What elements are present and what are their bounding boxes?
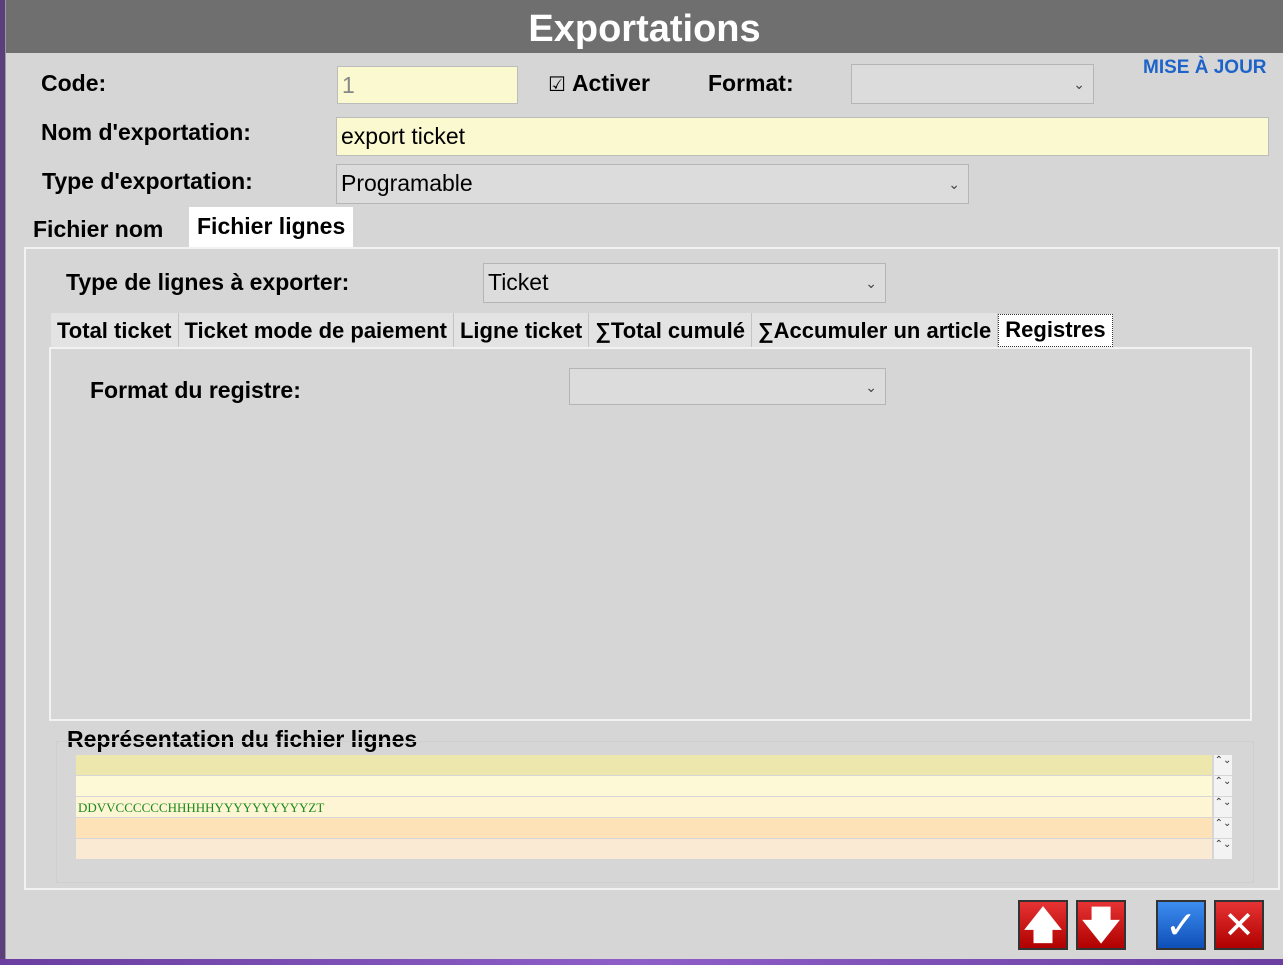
export-name-label: Nom d'exportation: (41, 119, 251, 145)
format-select[interactable]: ⌄ (851, 64, 1094, 104)
checkbox-icon[interactable]: ☑ (548, 74, 566, 96)
spinner-icon[interactable]: ⌃⌄ (1214, 839, 1232, 859)
line-type-select[interactable]: Ticket ⌄ (483, 263, 886, 303)
code-field[interactable]: 1 (337, 66, 518, 104)
close-icon: ✕ (1223, 905, 1255, 947)
activate-label: Activer (571, 70, 650, 96)
activate-checkbox[interactable]: ☑ Activer (548, 70, 650, 97)
export-type-select[interactable]: Programable ⌄ (336, 164, 969, 204)
tab-total-ticket[interactable]: Total ticket (51, 313, 179, 348)
arrow-down-icon: 🡇 (1081, 905, 1121, 947)
line-type-label: Type de lignes à exporter: (66, 269, 350, 295)
move-up-button[interactable]: 🡅 (1018, 900, 1068, 950)
chevron-down-icon: ⌄ (865, 275, 877, 291)
spinner-icon[interactable]: ⌃⌄ (1214, 776, 1232, 796)
checkmark-icon: ✓ (1165, 905, 1197, 947)
confirm-button[interactable]: ✓ (1156, 900, 1206, 950)
chevron-down-icon: ⌄ (865, 379, 877, 395)
export-name-field[interactable]: export ticket (336, 117, 1269, 156)
spinner-icon[interactable]: ⌃⌄ (1214, 797, 1232, 817)
inner-tab-bar: Total ticket Ticket mode de paiement Lig… (51, 313, 1113, 348)
format-label: Format: (708, 70, 794, 96)
export-type-label: Type d'exportation: (42, 168, 253, 194)
tab-fichier-nom[interactable]: Fichier nom (25, 210, 171, 248)
update-link[interactable]: MISE À JOUR (1143, 57, 1267, 79)
move-down-button[interactable]: 🡇 (1076, 900, 1126, 950)
tab-accumuler-article[interactable]: ∑Accumuler un article (751, 313, 999, 348)
chevron-down-icon: ⌄ (948, 176, 960, 192)
window-edge-line (5, 0, 6, 965)
spinner-icon[interactable]: ⌃⌄ (1214, 818, 1232, 838)
tab-fichier-lignes[interactable]: Fichier lignes (189, 207, 354, 247)
tab-ticket-mode-paiement[interactable]: Ticket mode de paiement (178, 313, 454, 348)
spinner-icon[interactable]: ⌃⌄ (1214, 755, 1232, 775)
representation-row[interactable] (76, 776, 1212, 796)
register-format-select[interactable]: ⌄ (569, 368, 886, 405)
chevron-down-icon: ⌄ (1073, 76, 1085, 92)
tab-ligne-ticket[interactable]: Ligne ticket (453, 313, 590, 348)
representation-row[interactable] (76, 839, 1212, 859)
code-label: Code: (41, 70, 107, 96)
window-title: Exportations (6, 0, 1283, 53)
export-type-select-value: Programable (341, 170, 473, 196)
representation-row[interactable]: DDVVCCCCCCHHHHHYYYYYYYYYYZT (76, 797, 1212, 817)
tab-registres[interactable]: Registres (998, 314, 1113, 347)
cancel-button[interactable]: ✕ (1214, 900, 1264, 950)
window-bottom-edge (0, 959, 1283, 965)
representation-row[interactable] (76, 818, 1212, 838)
register-format-label: Format du registre: (90, 377, 301, 403)
tab-total-cumule[interactable]: ∑Total cumulé (589, 313, 752, 348)
line-type-select-value: Ticket (488, 269, 549, 295)
arrow-up-icon: 🡅 (1023, 905, 1063, 947)
representation-row[interactable] (76, 755, 1212, 775)
